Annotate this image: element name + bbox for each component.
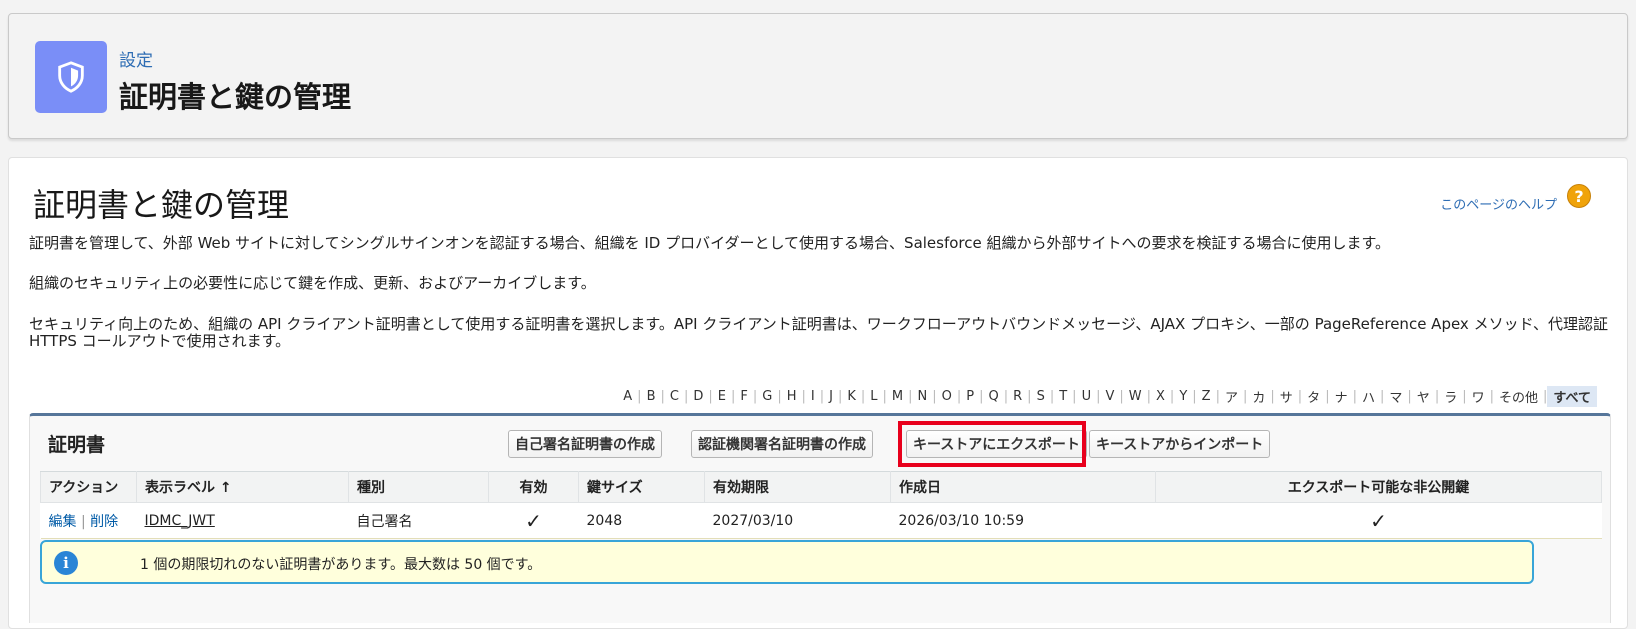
alpha-filter-item[interactable]: Z xyxy=(1197,389,1216,404)
alpha-filter-item[interactable]: V xyxy=(1100,389,1119,404)
certificates-title: 証明書 xyxy=(48,434,106,456)
col-type: 種別 xyxy=(348,471,489,503)
col-created: 作成日 xyxy=(890,471,1156,503)
alpha-filter-item[interactable]: T xyxy=(1054,389,1072,404)
alpha-filter-item[interactable]: M xyxy=(887,389,908,404)
table-header-row: アクション 表示ラベル ↑ 種別 有効 鍵サイズ 有効期限 作成日 エクスポート… xyxy=(40,471,1602,503)
cell-active-check: ✓ xyxy=(488,502,579,539)
alpha-filter-item[interactable]: K xyxy=(842,389,861,404)
alpha-filter-item[interactable]: その他 xyxy=(1494,387,1543,406)
alpha-filter-item[interactable]: E xyxy=(713,389,731,404)
cell-label: IDMC_JWT xyxy=(136,502,349,539)
col-expires: 有効期限 xyxy=(704,471,891,503)
alpha-filter-item[interactable]: F xyxy=(735,389,752,404)
alpha-filter: A | B | C | D | E | F | G | H | I | J | K | L | M | N | O | P | Q | R | S | T |… xyxy=(618,386,1597,407)
shield-icon xyxy=(35,41,107,113)
alpha-filter-item[interactable]: カ xyxy=(1247,387,1270,406)
alpha-filter-item[interactable]: H xyxy=(782,389,802,404)
cell-actions: 編集 | 削除 xyxy=(40,502,137,539)
col-exportable: エクスポート可能な非公開鍵 xyxy=(1155,471,1602,503)
alpha-filter-item[interactable]: U xyxy=(1077,389,1097,404)
alpha-filter-item[interactable]: S xyxy=(1032,389,1050,404)
alpha-filter-item[interactable]: O xyxy=(937,389,957,404)
help-icon[interactable]: ? xyxy=(1567,184,1591,208)
help-link[interactable]: このページのヘルプ xyxy=(1440,194,1557,213)
main-content: 証明書と鍵の管理 このページのヘルプ ? 証明書を管理して、外部 Web サイト… xyxy=(8,157,1628,629)
edit-link[interactable]: 編集 xyxy=(49,514,77,530)
description-3: セキュリティ向上のため、組織の API クライアント証明書として使用する証明書を… xyxy=(29,315,1608,350)
alpha-filter-item[interactable]: J xyxy=(824,389,838,404)
col-action: アクション xyxy=(40,471,137,503)
alpha-filter-item[interactable]: R xyxy=(1008,389,1027,404)
description-2: 組織のセキュリティ上の必要性に応じて鍵を作成、更新、およびアーカイブします。 xyxy=(29,274,596,292)
alpha-filter-item[interactable]: P xyxy=(961,389,979,404)
info-message: 1 個の期限切れのない証明書があります。最大数は 50 個です。 xyxy=(140,557,542,573)
setup-page-header: 設定 証明書と鍵の管理 xyxy=(8,13,1628,139)
alpha-filter-item[interactable]: W xyxy=(1124,389,1147,404)
alpha-filter-item[interactable]: ハ xyxy=(1357,387,1380,406)
import-from-keystore-button[interactable]: キーストアからインポート xyxy=(1089,430,1271,458)
cell-key-size: 2048 xyxy=(578,502,705,539)
page-title: 証明書と鍵の管理 xyxy=(33,186,290,224)
alpha-filter-item[interactable]: ヤ xyxy=(1412,387,1435,406)
table-row: 編集 | 削除 IDMC_JWT 自己署名 ✓ 2048 2027/03/10 … xyxy=(40,502,1602,539)
cell-expires: 2027/03/10 xyxy=(704,502,891,539)
col-active: 有効 xyxy=(488,471,579,503)
alpha-filter-item[interactable]: N xyxy=(913,389,933,404)
alpha-filter-item[interactable]: サ xyxy=(1275,387,1298,406)
alpha-filter-item[interactable]: ナ xyxy=(1330,387,1353,406)
certificate-label-link[interactable]: IDMC_JWT xyxy=(145,513,215,529)
action-separator: | xyxy=(80,513,86,530)
create-self-signed-button[interactable]: 自己署名証明書の作成 xyxy=(508,430,662,458)
create-ca-signed-button[interactable]: 認証機関署名証明書の作成 xyxy=(691,430,873,458)
alpha-filter-item[interactable]: タ xyxy=(1302,387,1325,406)
info-message-bar: i 1 個の期限切れのない証明書があります。最大数は 50 個です。 xyxy=(40,540,1534,584)
alpha-filter-item[interactable]: ラ xyxy=(1439,387,1462,406)
highlight-box xyxy=(898,421,1086,467)
alpha-filter-item[interactable]: G xyxy=(757,389,777,404)
alpha-filter-item[interactable]: Q xyxy=(984,389,1004,404)
alpha-filter-item[interactable]: X xyxy=(1151,389,1170,404)
alpha-filter-all[interactable]: すべて xyxy=(1547,386,1597,407)
alpha-filter-item[interactable]: B xyxy=(642,389,661,404)
col-key-size: 鍵サイズ xyxy=(578,471,705,503)
cell-created: 2026/03/10 10:59 xyxy=(890,502,1156,539)
alpha-filter-item[interactable]: A xyxy=(618,389,637,404)
description-1: 証明書を管理して、外部 Web サイトに対してシングルサインオンを認証する場合、… xyxy=(29,234,1391,252)
alpha-filter-item[interactable]: D xyxy=(688,389,708,404)
alpha-filter-item[interactable]: ア xyxy=(1220,387,1243,406)
alpha-filter-item[interactable]: ワ xyxy=(1467,387,1490,406)
page-header-title: 証明書と鍵の管理 xyxy=(119,80,352,114)
col-label[interactable]: 表示ラベル ↑ xyxy=(136,471,349,503)
cell-type: 自己署名 xyxy=(348,502,489,539)
alpha-filter-item[interactable]: L xyxy=(865,389,882,404)
alpha-filter-item[interactable]: I xyxy=(806,389,820,404)
cell-exportable-check: ✓ xyxy=(1155,502,1602,539)
info-icon: i xyxy=(54,551,78,575)
delete-link[interactable]: 削除 xyxy=(90,514,118,530)
alpha-filter-item[interactable]: C xyxy=(665,389,684,404)
alpha-filter-item[interactable]: Y xyxy=(1174,389,1192,404)
certificates-table: アクション 表示ラベル ↑ 種別 有効 鍵サイズ 有効期限 作成日 エクスポート… xyxy=(40,471,1602,539)
alpha-filter-item[interactable]: マ xyxy=(1384,387,1407,406)
breadcrumb-setup[interactable]: 設定 xyxy=(119,46,153,71)
certificates-list: 証明書 自己署名証明書の作成 認証機関署名証明書の作成 キーストアにエクスポート… xyxy=(29,413,1611,623)
